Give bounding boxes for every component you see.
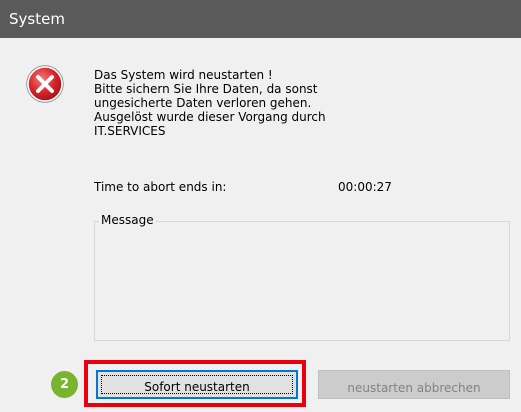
message-line: IT.SERVICES — [94, 124, 166, 138]
window-title: System — [9, 10, 65, 28]
restart-now-button[interactable]: Sofort neustarten — [96, 370, 298, 399]
timer-label: Time to abort ends in: — [94, 180, 227, 194]
system-dialog: System Das System wird neustarten ! Bitt… — [0, 0, 521, 412]
message-groupbox-label: Message — [99, 213, 156, 227]
dialog-message: Das System wird neustarten ! Bitte siche… — [94, 68, 414, 138]
message-line: ungesicherte Daten verloren gehen. — [94, 96, 312, 110]
cancel-restart-label: neustarten abbrechen — [347, 380, 481, 395]
message-line: Ausgelöst wurde dieser Vorgang durch — [94, 110, 326, 124]
focus-rectangle — [101, 375, 293, 394]
step-badge: 2 — [51, 371, 78, 398]
message-groupbox — [94, 221, 510, 341]
message-line: Das System wird neustarten ! — [94, 68, 273, 82]
cancel-restart-button[interactable]: neustarten abbrechen — [318, 370, 510, 399]
message-line: Bitte sichern Sie Ihre Daten, da sonst — [94, 82, 318, 96]
title-bar[interactable]: System — [0, 0, 521, 38]
timer-value: 00:00:27 — [338, 180, 392, 194]
error-icon — [26, 65, 64, 103]
